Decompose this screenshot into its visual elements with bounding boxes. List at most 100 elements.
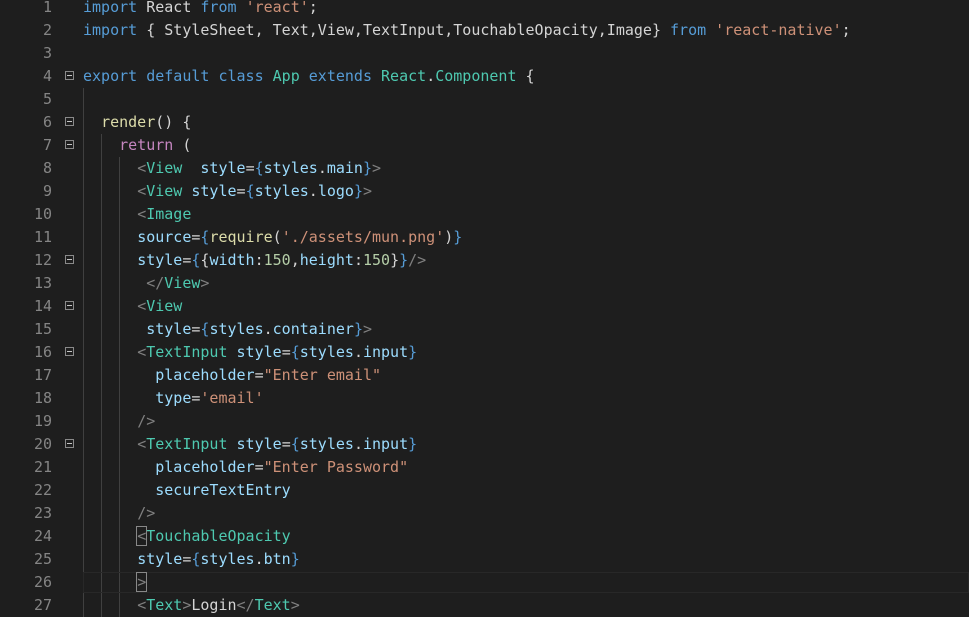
code-text[interactable]: import React from 'react'; (83, 0, 318, 19)
code-text[interactable]: type='email' (83, 387, 263, 410)
code-token: import (83, 21, 138, 39)
code-line[interactable]: 23 /> (0, 502, 969, 525)
fold-collapse-icon[interactable] (65, 347, 74, 356)
code-line[interactable]: 1 import React from 'react'; (0, 0, 969, 19)
code-text[interactable]: source={require('./assets/mun.png')} (83, 226, 462, 249)
code-token: : (254, 251, 264, 269)
code-line[interactable]: 22 secureTextEntry (0, 479, 969, 502)
fold-collapse-icon[interactable] (65, 140, 74, 149)
code-token: main (326, 159, 363, 177)
code-text[interactable]: <View style={styles.logo}> (83, 180, 372, 203)
code-token: ) (444, 228, 454, 246)
code-text[interactable]: export default class App extends React.C… (83, 65, 535, 88)
code-editor[interactable]: 1 import React from 'react'; 2 import { Sty… (0, 0, 969, 617)
fold-collapse-icon[interactable] (65, 439, 74, 448)
code-line[interactable]: 8 <View style={styles.main}> (0, 157, 969, 180)
code-text[interactable]: <TextInput style={styles.input} (83, 433, 417, 456)
code-token: View (146, 159, 183, 177)
code-text[interactable]: <TextInput style={styles.input} (83, 341, 417, 364)
line-number: 8 (42, 159, 52, 177)
fold-collapse-icon[interactable] (65, 71, 74, 80)
code-token: = (236, 182, 246, 200)
code-text[interactable]: style={{width:150,height:150}}/> (83, 249, 426, 272)
code-text[interactable]: style={styles.container}> (83, 318, 372, 341)
code-token: { (254, 159, 264, 177)
code-token: style (236, 343, 282, 361)
code-token: "Enter email" (263, 366, 382, 384)
code-line[interactable]: 2 import { StyleSheet, Text,View,TextInpu… (0, 19, 969, 42)
code-text[interactable]: <Text>Login</Text> (83, 594, 300, 617)
code-line[interactable]: 6 render() { (0, 111, 969, 134)
line-number: 17 (33, 366, 52, 384)
code-line[interactable]: 5 (0, 88, 969, 111)
code-token: ; (841, 21, 851, 39)
code-token: Image (146, 205, 192, 223)
code-token: ; (308, 0, 318, 16)
code-line[interactable]: 14 <View (0, 295, 969, 318)
code-text[interactable]: </View> (83, 272, 209, 295)
line-number: 14 (33, 297, 52, 315)
code-text[interactable]: /> (83, 410, 155, 433)
line-number: 7 (42, 136, 52, 154)
code-token: = (281, 343, 291, 361)
code-line[interactable]: 9 <View style={styles.logo}> (0, 180, 969, 203)
code-token: > (372, 159, 382, 177)
code-line[interactable]: 19 /> (0, 410, 969, 433)
code-token: input (362, 343, 409, 361)
code-text[interactable]: <TouchableOpacity (83, 525, 291, 548)
code-token: View (146, 297, 183, 315)
code-line[interactable]: 11 source={require('./assets/mun.png')} (0, 226, 969, 249)
code-line[interactable]: 24 <TouchableOpacity (0, 525, 969, 548)
code-line[interactable]: 15 style={styles.container}> (0, 318, 969, 341)
code-text[interactable]: style={styles.btn} (83, 548, 300, 571)
code-token: class (218, 67, 264, 85)
code-token: } (408, 343, 418, 361)
code-text[interactable]: return ( (83, 134, 191, 157)
code-line[interactable]: 7 return ( (0, 134, 969, 157)
code-line[interactable]: 17 placeholder="Enter email" (0, 364, 969, 387)
code-token: = (281, 435, 291, 453)
code-line[interactable]: 12 style={{width:150,height:150}}/> (0, 249, 969, 272)
code-line[interactable]: 4 export default class App extends React.… (0, 65, 969, 88)
code-line[interactable]: 26 > (0, 571, 969, 594)
line-number: 2 (42, 21, 52, 39)
code-token: > (290, 596, 300, 614)
code-line[interactable]: 10 <Image (0, 203, 969, 226)
code-token: "Enter Password" (263, 458, 409, 476)
code-line[interactable]: 3 (0, 42, 969, 65)
code-line[interactable]: 27 <Text>Login</Text> (0, 594, 969, 617)
code-token: View (146, 182, 183, 200)
code-line[interactable]: 25 style={styles.btn} (0, 548, 969, 571)
code-text[interactable]: placeholder="Enter email" (83, 364, 381, 387)
code-line[interactable]: 21 placeholder="Enter Password" (0, 456, 969, 479)
code-text[interactable]: render() { (83, 111, 191, 134)
code-token: type (155, 389, 192, 407)
fold-collapse-icon[interactable] (65, 301, 74, 310)
code-text[interactable]: import { StyleSheet, Text,View,TextInput… (83, 19, 851, 42)
code-text[interactable]: <View style={styles.main}> (83, 157, 381, 180)
code-line[interactable]: 16 <TextInput style={styles.input} (0, 341, 969, 364)
code-line[interactable]: 18 type='email' (0, 387, 969, 410)
code-text[interactable]: secureTextEntry (83, 479, 290, 502)
code-line[interactable]: 13 </View> (0, 272, 969, 295)
line-number: 4 (42, 67, 52, 85)
code-text[interactable]: placeholder="Enter Password" (83, 456, 408, 479)
code-token: /> (137, 504, 156, 522)
code-text[interactable]: /> (83, 502, 155, 525)
line-number: 27 (33, 596, 52, 614)
fold-collapse-icon[interactable] (65, 117, 74, 126)
code-text[interactable]: <View (83, 295, 182, 318)
code-line[interactable]: 20 <TextInput style={styles.input} (0, 433, 969, 456)
code-token: { (290, 343, 300, 361)
code-text[interactable]: <Image (83, 203, 191, 226)
code-text[interactable]: > (83, 571, 148, 594)
code-token: Component (435, 67, 517, 85)
fold-collapse-icon[interactable] (65, 255, 74, 264)
